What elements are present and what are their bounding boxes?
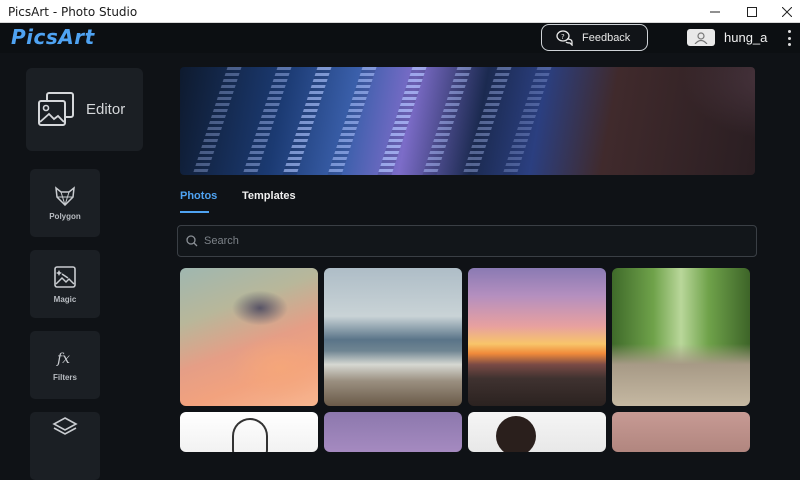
editor-label: Editor: [86, 101, 126, 118]
tool-magic[interactable]: Magic: [30, 250, 100, 318]
svg-text:fx: fx: [56, 351, 70, 367]
search-input[interactable]: [204, 235, 704, 247]
editor-images-icon: [38, 91, 74, 126]
sidebar: Editor Polygon Magic fx Filters: [0, 53, 160, 480]
magic-image-icon: [54, 265, 76, 288]
tool-filters[interactable]: fx Filters: [30, 331, 100, 399]
tool-polygon[interactable]: Polygon: [30, 169, 100, 237]
window-title-bar: PicsArt - Photo Studio: [0, 0, 800, 23]
close-button[interactable]: [764, 0, 800, 23]
app-header: PicsArt ? Feedback hung_a: [0, 23, 800, 53]
tab-photos[interactable]: Photos: [180, 190, 217, 213]
tab-templates[interactable]: Templates: [242, 190, 296, 202]
tool-magic-label: Magic: [53, 294, 77, 304]
tool-filters-label: Filters: [52, 372, 77, 382]
editor-tile[interactable]: Editor: [26, 68, 143, 151]
svg-text:?: ?: [561, 33, 565, 41]
hero-banner[interactable]: [180, 67, 755, 175]
layers-icon: [52, 417, 78, 435]
polygon-fox-icon: [55, 185, 75, 206]
photo-tile[interactable]: [468, 412, 606, 452]
photo-tile[interactable]: [612, 268, 750, 406]
tool-polygon-label: Polygon: [49, 211, 81, 221]
photo-tile[interactable]: [612, 412, 750, 452]
close-icon: [782, 6, 792, 17]
feedback-label: Feedback: [582, 31, 631, 44]
feedback-button[interactable]: ? Feedback: [541, 24, 648, 51]
window-title: PicsArt - Photo Studio: [8, 5, 138, 19]
minimize-icon: [710, 11, 720, 12]
maximize-icon: [747, 6, 757, 17]
tool-layers[interactable]: [30, 412, 100, 480]
username[interactable]: hung_a: [724, 30, 767, 45]
more-menu-icon[interactable]: [784, 28, 794, 48]
user-icon: [694, 31, 708, 44]
photo-tile[interactable]: [468, 268, 606, 406]
photo-tile[interactable]: [180, 268, 318, 406]
picsart-logo[interactable]: PicsArt: [11, 25, 95, 49]
search-box: [177, 225, 757, 257]
avatar[interactable]: [687, 29, 715, 46]
photo-tile[interactable]: [324, 412, 462, 452]
search-icon: [186, 235, 198, 247]
fx-icon: fx: [56, 351, 70, 367]
photo-tile[interactable]: [324, 268, 462, 406]
photo-tile[interactable]: [180, 412, 318, 452]
feedback-chat-icon: ?: [556, 29, 574, 46]
